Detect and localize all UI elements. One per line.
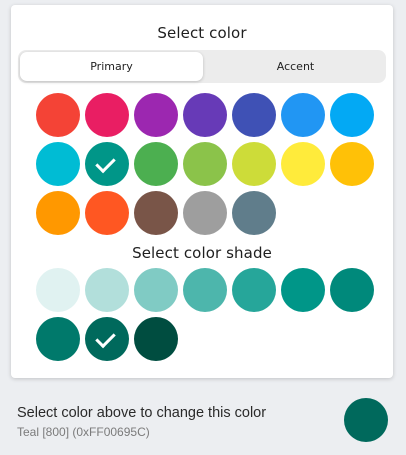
shade-swatch-teal-700[interactable] [36,317,80,361]
shade-swatch-teal-600[interactable] [330,268,374,312]
swatch-green[interactable] [134,142,178,186]
shade-swatch-teal-50[interactable] [36,268,80,312]
swatch-orange[interactable] [36,191,80,235]
current-color-swatch[interactable] [344,398,388,442]
shade-swatch-grid [36,268,374,361]
current-color-label: Teal [800] (0xFF00695C) [17,425,150,439]
swatch-light-green[interactable] [183,142,227,186]
swatch-lime[interactable] [232,142,276,186]
shade-swatch-teal-800[interactable] [85,317,129,361]
shade-swatch-teal-900[interactable] [134,317,178,361]
swatch-blue[interactable] [281,93,325,137]
color-swatch-grid [36,93,374,235]
instruction-text: Select color above to change this color [17,405,267,421]
swatch-deep-purple[interactable] [183,93,227,137]
swatch-grey[interactable] [183,191,227,235]
swatch-red[interactable] [36,93,80,137]
swatch-amber[interactable] [330,142,374,186]
selected-color-info: Select color above to change this color … [17,404,266,439]
swatch-indigo[interactable] [232,93,276,137]
dialog-title: Select color [157,24,247,42]
tab-primary[interactable]: Primary [20,52,203,81]
swatch-yellow[interactable] [281,142,325,186]
swatch-teal[interactable] [85,142,129,186]
shade-swatch-teal-300[interactable] [183,268,227,312]
swatch-purple[interactable] [134,93,178,137]
shade-swatch-teal-500[interactable] [281,268,325,312]
swatch-brown[interactable] [134,191,178,235]
swatch-cyan[interactable] [36,142,80,186]
swatch-light-blue[interactable] [330,93,374,137]
swatch-deep-orange[interactable] [85,191,129,235]
palette-tab-switch: Primary Accent [18,50,386,83]
tab-accent[interactable]: Accent [207,52,384,81]
shade-title: Select color shade [132,244,272,262]
color-picker-card: Select color Primary Accent Select color… [11,5,393,378]
swatch-pink[interactable] [85,93,129,137]
shade-swatch-teal-200[interactable] [134,268,178,312]
shade-swatch-teal-400[interactable] [232,268,276,312]
shade-swatch-teal-100[interactable] [85,268,129,312]
swatch-blue-grey[interactable] [232,191,276,235]
